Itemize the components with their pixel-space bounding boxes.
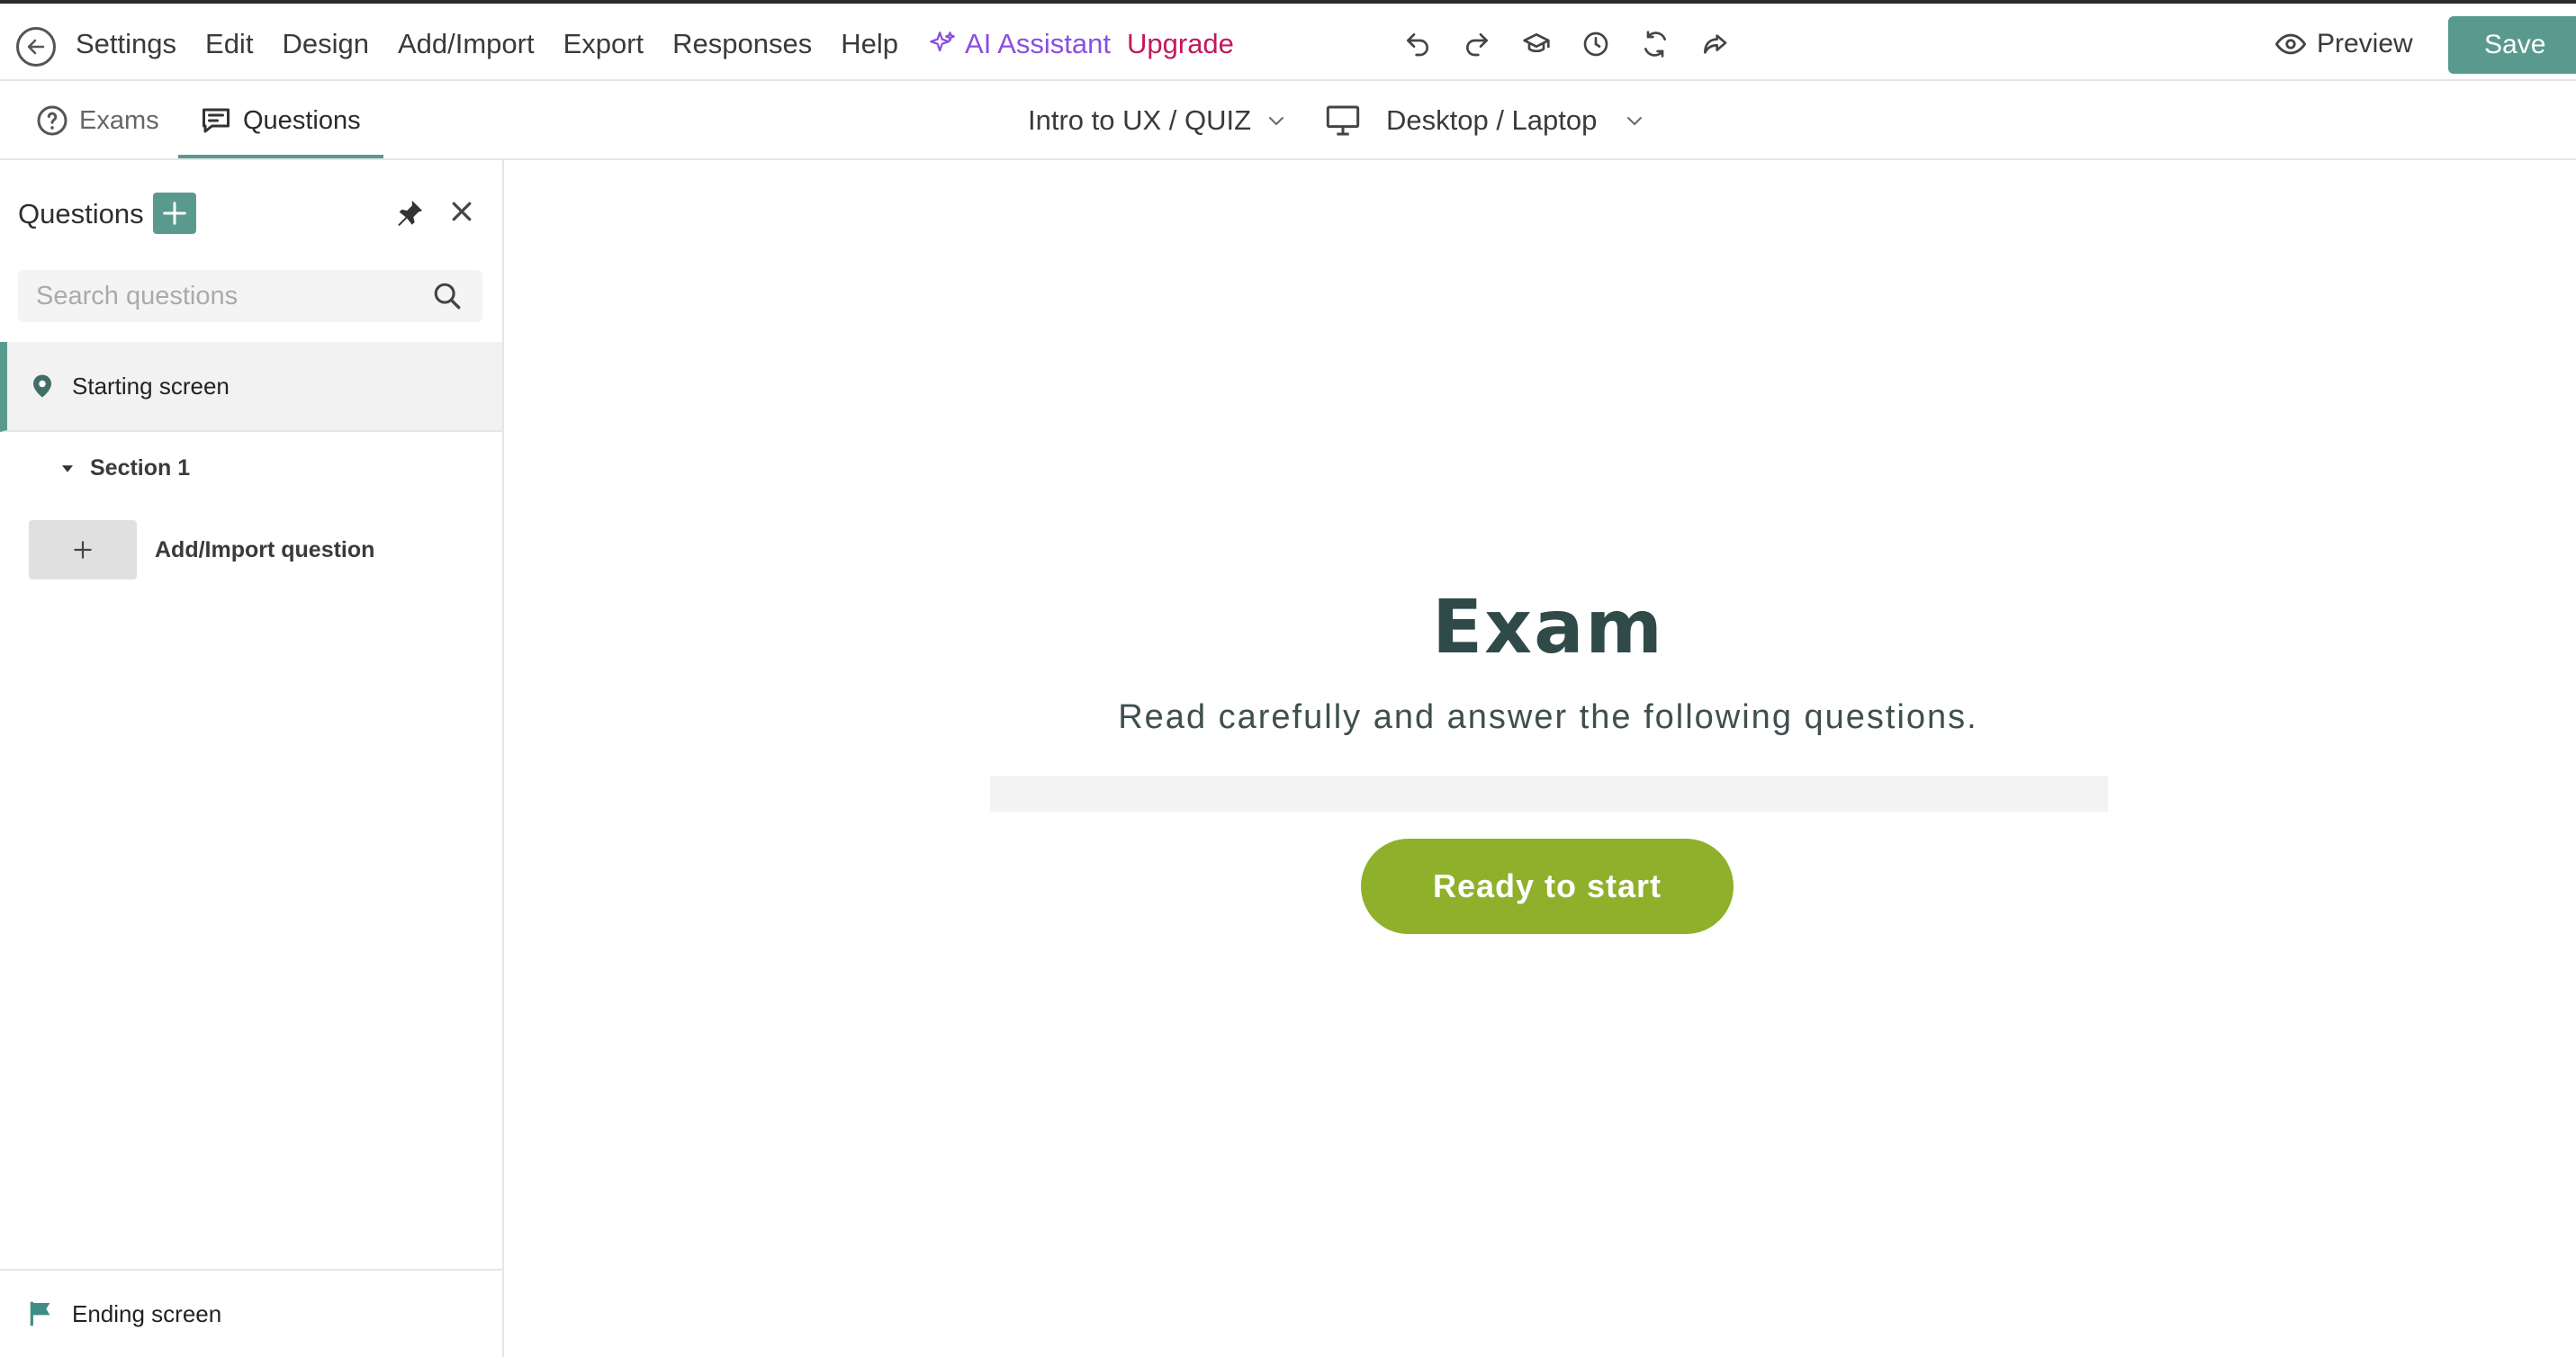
main-menu: Settings Edit Design Add/Import Export R… [76,4,1234,85]
redo-icon [1466,33,1488,57]
device-selector[interactable]: Desktop / Laptop [1325,81,1645,160]
ready-to-start-button[interactable]: Ready to start [1361,839,1734,934]
preview-label: Preview [2317,29,2413,58]
exam-preview-canvas: Exam Read carefully and answer the follo… [506,162,2576,1357]
search-button[interactable] [432,281,463,316]
tab-questions[interactable]: Questions [200,81,361,160]
editor-tabs-bar: Exams Questions Intro to UX / QUIZ Deskt… [0,81,2576,160]
search-icon [434,283,461,310]
exam-subtitle: Read carefully and answer the following … [1118,698,1978,736]
undo-icon [1407,33,1428,57]
menu-edit[interactable]: Edit [205,28,253,60]
map-pin-icon [33,374,51,398]
sparkle-icon [930,31,955,52]
flag-icon [30,1301,50,1326]
save-button[interactable]: Save [2448,16,2576,74]
close-icon [452,202,472,221]
menu-export[interactable]: Export [563,28,644,60]
exam-title: Exam [1432,585,1664,670]
chevron-down-icon [1627,117,1643,126]
share-icon [1704,34,1727,54]
redo-button[interactable] [1460,27,1494,61]
menu-design[interactable]: Design [282,28,369,60]
ending-screen-label: Ending screen [72,1299,222,1327]
pin-icon [398,200,423,227]
active-tab-indicator [178,155,383,158]
undo-button[interactable] [1401,27,1435,61]
ai-assistant-label: AI Assistant [965,28,1111,59]
comment-list-icon [203,108,230,133]
add-import-question-row: Add/Import question [29,520,374,580]
refresh-button[interactable] [1638,27,1672,61]
eye-icon [2275,33,2306,55]
toolbar-icons [1401,27,1732,61]
question-search [18,270,482,322]
exam-description-field[interactable] [990,776,2108,812]
quiz-selector-label: Intro to UX / QUIZ [1028,104,1252,136]
graduation-cap-icon [1523,33,1550,53]
help-circle-icon [37,105,68,136]
grading-button[interactable] [1519,27,1554,61]
preview-button[interactable]: Preview [2275,29,2413,59]
ending-screen-item[interactable]: Ending screen [0,1269,502,1357]
plus-icon [74,541,92,559]
top-bar: Settings Edit Design Add/Import Export R… [0,0,2576,81]
menu-help[interactable]: Help [841,28,898,60]
plus-icon [163,202,186,225]
share-button[interactable] [1698,27,1732,61]
section-label: Section 1 [90,455,191,481]
tab-questions-label: Questions [243,105,361,135]
arrow-left-icon [27,39,45,55]
starting-screen-item[interactable]: Starting screen [0,342,502,432]
add-import-question-label: Add/Import question [155,536,375,562]
tab-exams[interactable]: Exams [36,81,159,160]
ai-assistant-button[interactable]: AI Assistant [927,28,1111,60]
add-question-button[interactable] [153,193,196,234]
questions-sidebar: Questions Starting screen Section 1 Add/… [0,160,504,1357]
section-toggle[interactable]: Section 1 [59,455,190,481]
caret-down-icon [62,464,73,472]
menu-add-import[interactable]: Add/Import [398,28,535,60]
search-input[interactable] [18,270,414,322]
device-selector-label: Desktop / Laptop [1386,104,1598,136]
menu-settings[interactable]: Settings [76,28,176,60]
tab-exams-label: Exams [79,105,159,135]
chevron-down-icon [1269,117,1284,126]
history-button[interactable] [1579,27,1613,61]
quiz-selector[interactable]: Intro to UX / QUIZ [1028,81,1287,160]
close-sidebar-button[interactable] [448,198,475,229]
starting-screen-label: Starting screen [72,372,230,400]
refresh-icon [1644,31,1666,58]
add-import-question-button[interactable] [29,520,137,580]
monitor-icon [1326,105,1360,136]
pin-button[interactable] [394,198,425,233]
back-button[interactable] [16,27,56,67]
sidebar-title: Questions [18,198,144,229]
menu-responses[interactable]: Responses [672,28,812,60]
clock-icon [1583,31,1608,57]
upgrade-link[interactable]: Upgrade [1127,28,1234,60]
